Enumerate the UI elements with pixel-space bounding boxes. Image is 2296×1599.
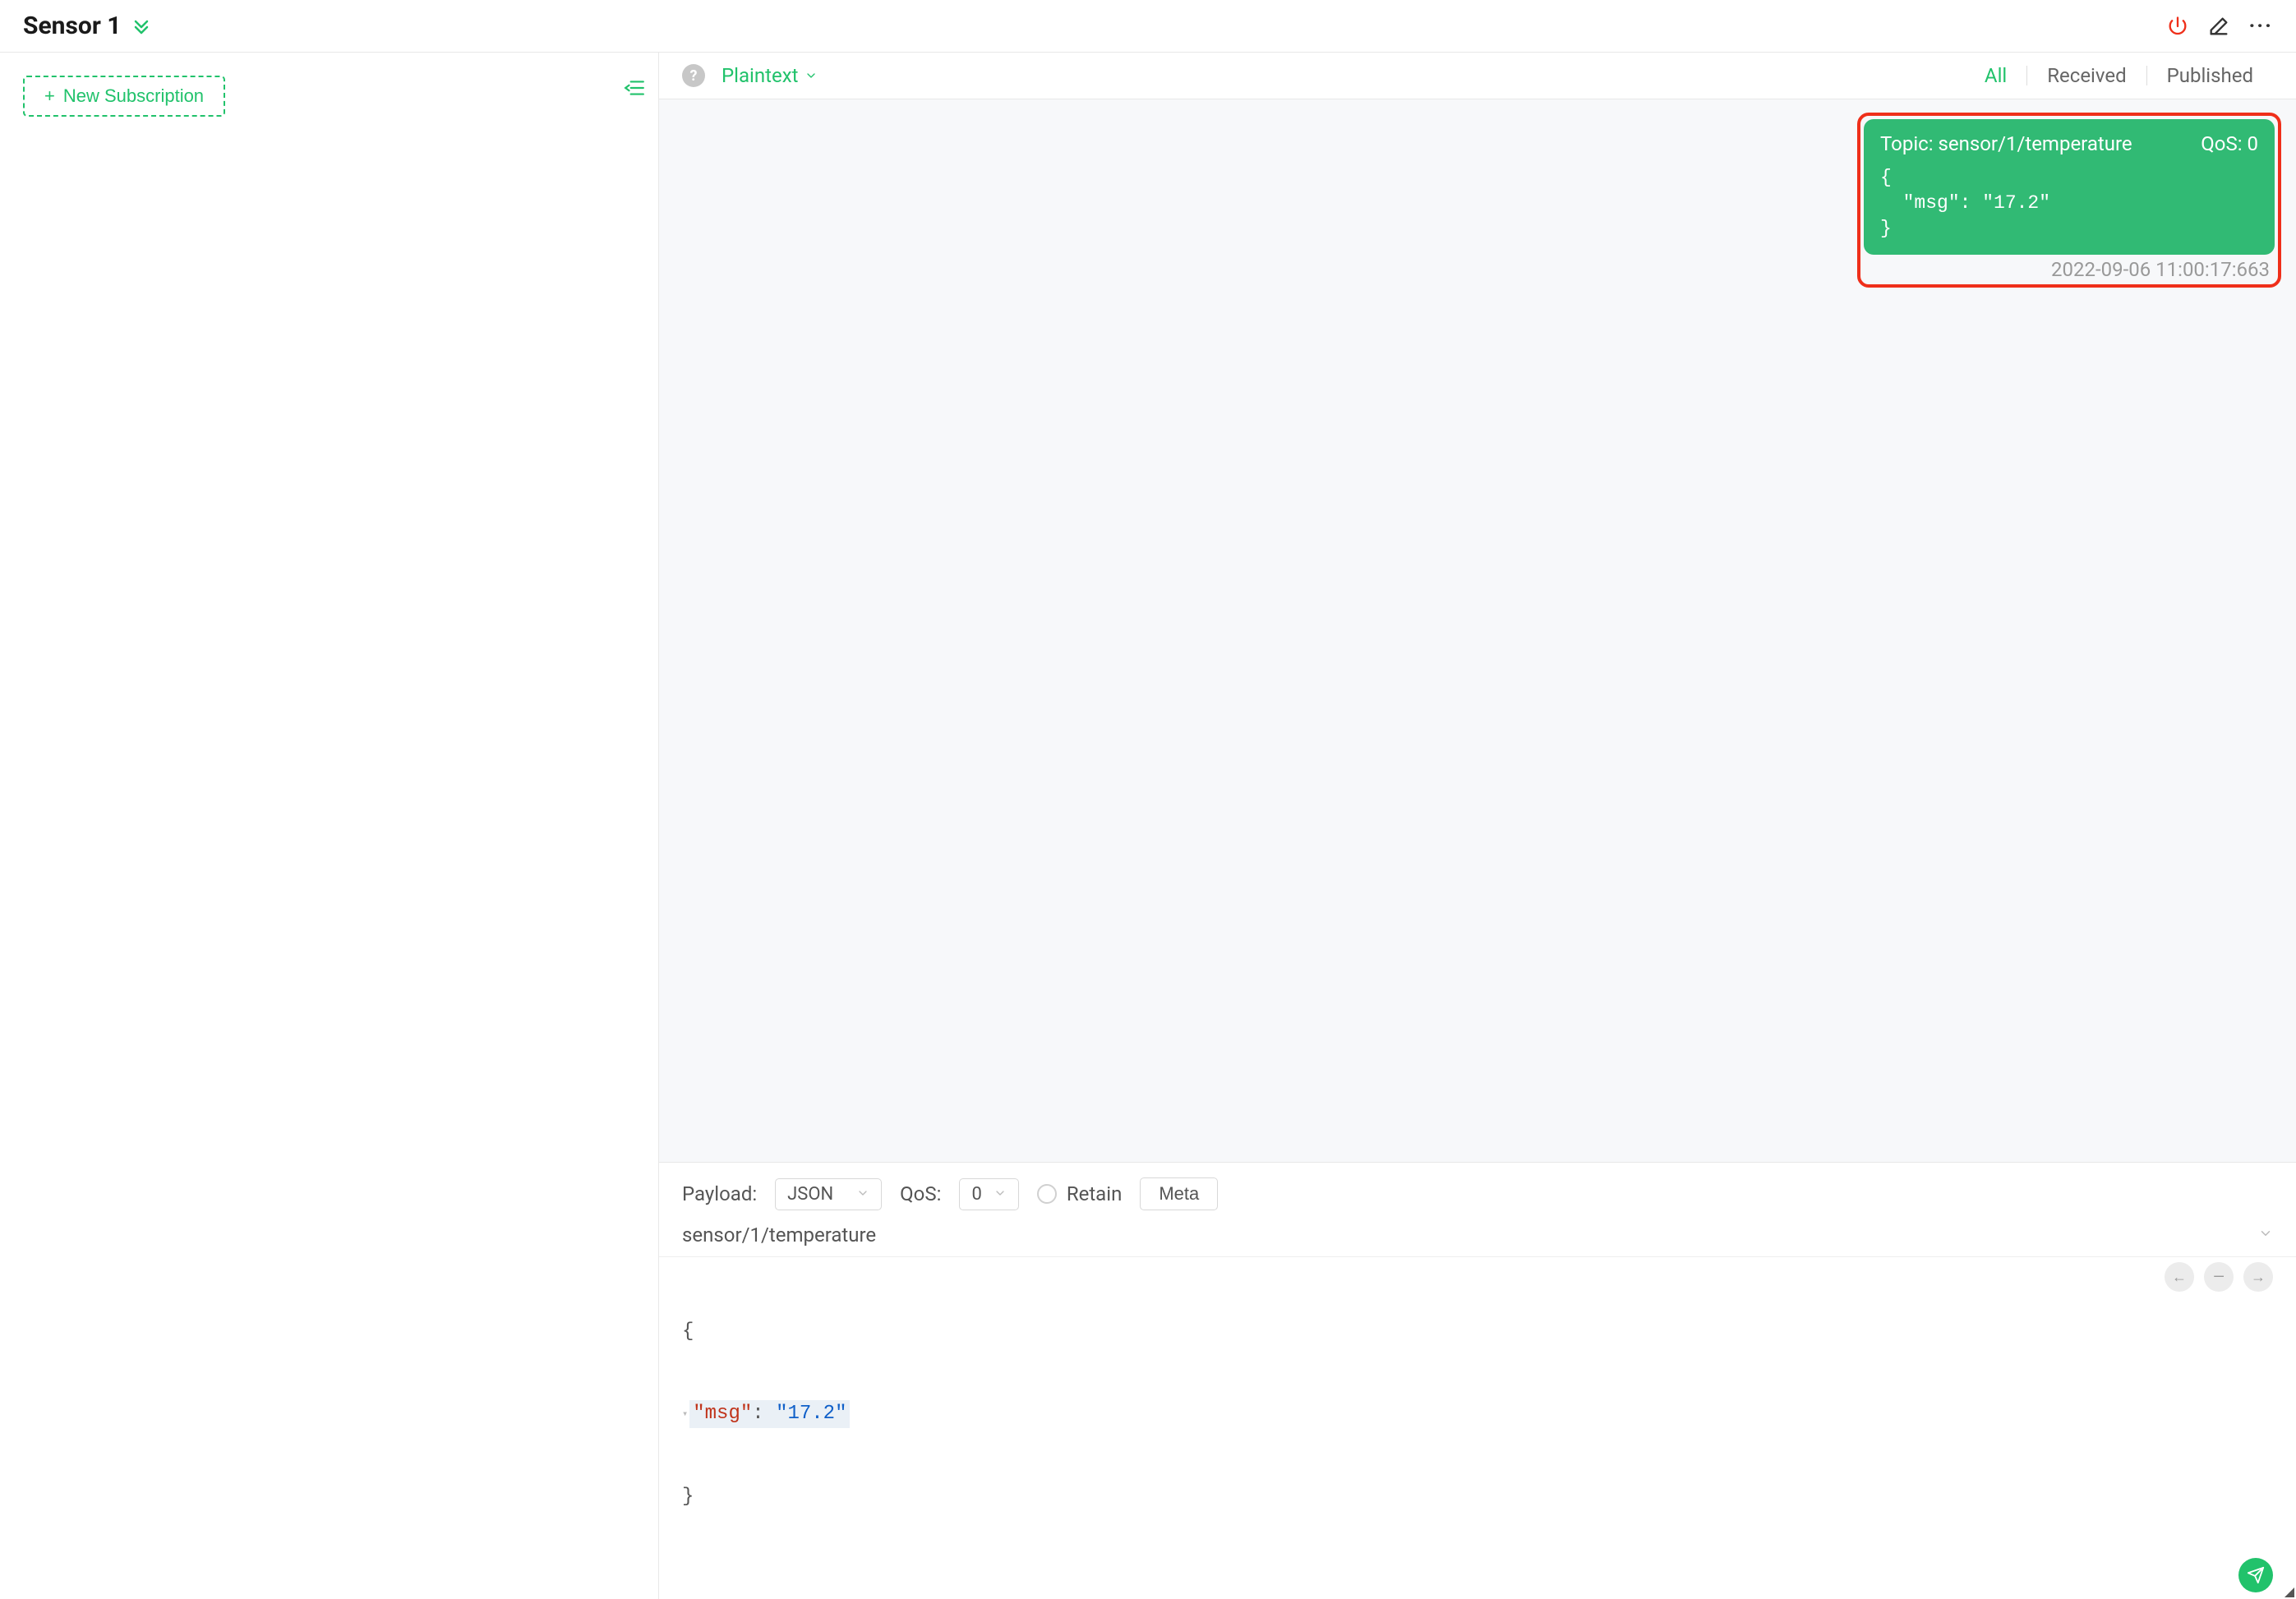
publish-options: Payload: JSON QoS: 0 Retain (659, 1163, 2296, 1220)
publish-editor-area: { ▾ "msg": "17.2" } ← — → (659, 1257, 2296, 1599)
message-qos: QoS: 0 (2201, 132, 2258, 155)
retain-label: Retain (1067, 1182, 1123, 1205)
qos-value: 0 (971, 1184, 981, 1205)
message-card-header: Topic: sensor/1/temperature QoS: 0 (1880, 132, 2258, 155)
help-icon[interactable]: ? (682, 64, 705, 87)
chevron-down-icon (994, 1184, 1007, 1205)
filter-right: All Received Published (1965, 64, 2273, 87)
filter-tab-published[interactable]: Published (2147, 64, 2273, 87)
new-subscription-label: New Subscription (63, 85, 204, 107)
chevron-down-icon (856, 1184, 869, 1205)
history-clear-button[interactable]: — (2204, 1262, 2234, 1292)
editor-colon: : (752, 1403, 776, 1425)
editor-history-buttons: ← — → (2165, 1262, 2273, 1292)
header-right: ··· (2166, 14, 2273, 39)
payload-label: Payload: (682, 1182, 757, 1205)
editor-value: "17.2" (776, 1403, 846, 1425)
connection-title: Sensor 1 (23, 12, 122, 40)
payload-editor[interactable]: { ▾ "msg": "17.2" } (682, 1262, 2273, 1566)
qos-label: QoS: (900, 1182, 941, 1205)
format-label: Plaintext (722, 64, 798, 87)
publish-panel: Payload: JSON QoS: 0 Retain (659, 1162, 2296, 1599)
chevron-down-icon[interactable] (2258, 1226, 2273, 1244)
message-body: { "msg": "17.2" } (1880, 165, 2258, 242)
payload-format-value: JSON (787, 1184, 833, 1205)
chevron-down-icon (805, 69, 818, 82)
send-button[interactable] (2238, 1558, 2273, 1592)
message-wrapper: Topic: sensor/1/temperature QoS: 0 { "ms… (674, 113, 2281, 288)
retain-toggle[interactable]: Retain (1037, 1182, 1123, 1205)
message-topic: Topic: sensor/1/temperature (1880, 132, 2132, 155)
chevron-double-down-icon[interactable] (131, 16, 151, 36)
payload-format-select[interactable]: JSON (775, 1178, 882, 1210)
publish-topic-row: sensor/1/temperature (659, 1220, 2296, 1257)
fold-icon: ▾ (682, 1408, 688, 1420)
editor-brace-close: } (682, 1486, 694, 1508)
format-select[interactable]: Plaintext (722, 64, 818, 87)
filter-tab-received[interactable]: Received (2027, 64, 2146, 87)
history-next-button[interactable]: → (2243, 1262, 2273, 1292)
new-subscription-button[interactable]: + New Subscription (23, 76, 225, 117)
history-prev-button[interactable]: ← (2165, 1262, 2194, 1292)
collapse-sidebar-icon[interactable] (624, 77, 645, 102)
sidebar: + New Subscription (0, 53, 659, 1599)
edit-icon[interactable] (2207, 15, 2230, 38)
editor-brace-open: { (682, 1320, 694, 1343)
message-card[interactable]: Topic: sensor/1/temperature QoS: 0 { "ms… (1864, 119, 2275, 255)
message-timestamp: 2022-09-06 11:00:17:663 (1864, 255, 2275, 281)
filter-left: ? Plaintext (682, 64, 818, 87)
meta-button[interactable]: Meta (1140, 1177, 1218, 1210)
power-icon[interactable] (2166, 15, 2189, 38)
qos-select[interactable]: 0 (959, 1178, 1018, 1210)
header: Sensor 1 ··· (0, 0, 2296, 53)
filter-bar: ? Plaintext All Received Published (659, 53, 2296, 99)
publish-topic-input[interactable]: sensor/1/temperature (682, 1223, 876, 1246)
editor-key: "msg" (693, 1403, 752, 1425)
header-left: Sensor 1 (23, 12, 151, 40)
filter-tab-all[interactable]: All (1965, 64, 2026, 87)
content: ? Plaintext All Received Published (659, 53, 2296, 1599)
resize-handle-icon[interactable] (2284, 1587, 2294, 1597)
plus-icon: + (44, 85, 55, 107)
main: + New Subscription ? Plaintext All Recei… (0, 53, 2296, 1599)
message-list: Topic: sensor/1/temperature QoS: 0 { "ms… (659, 99, 2296, 1162)
message-highlight: Topic: sensor/1/temperature QoS: 0 { "ms… (1857, 113, 2281, 288)
radio-icon (1037, 1184, 1057, 1204)
more-icon[interactable]: ··· (2248, 14, 2273, 39)
